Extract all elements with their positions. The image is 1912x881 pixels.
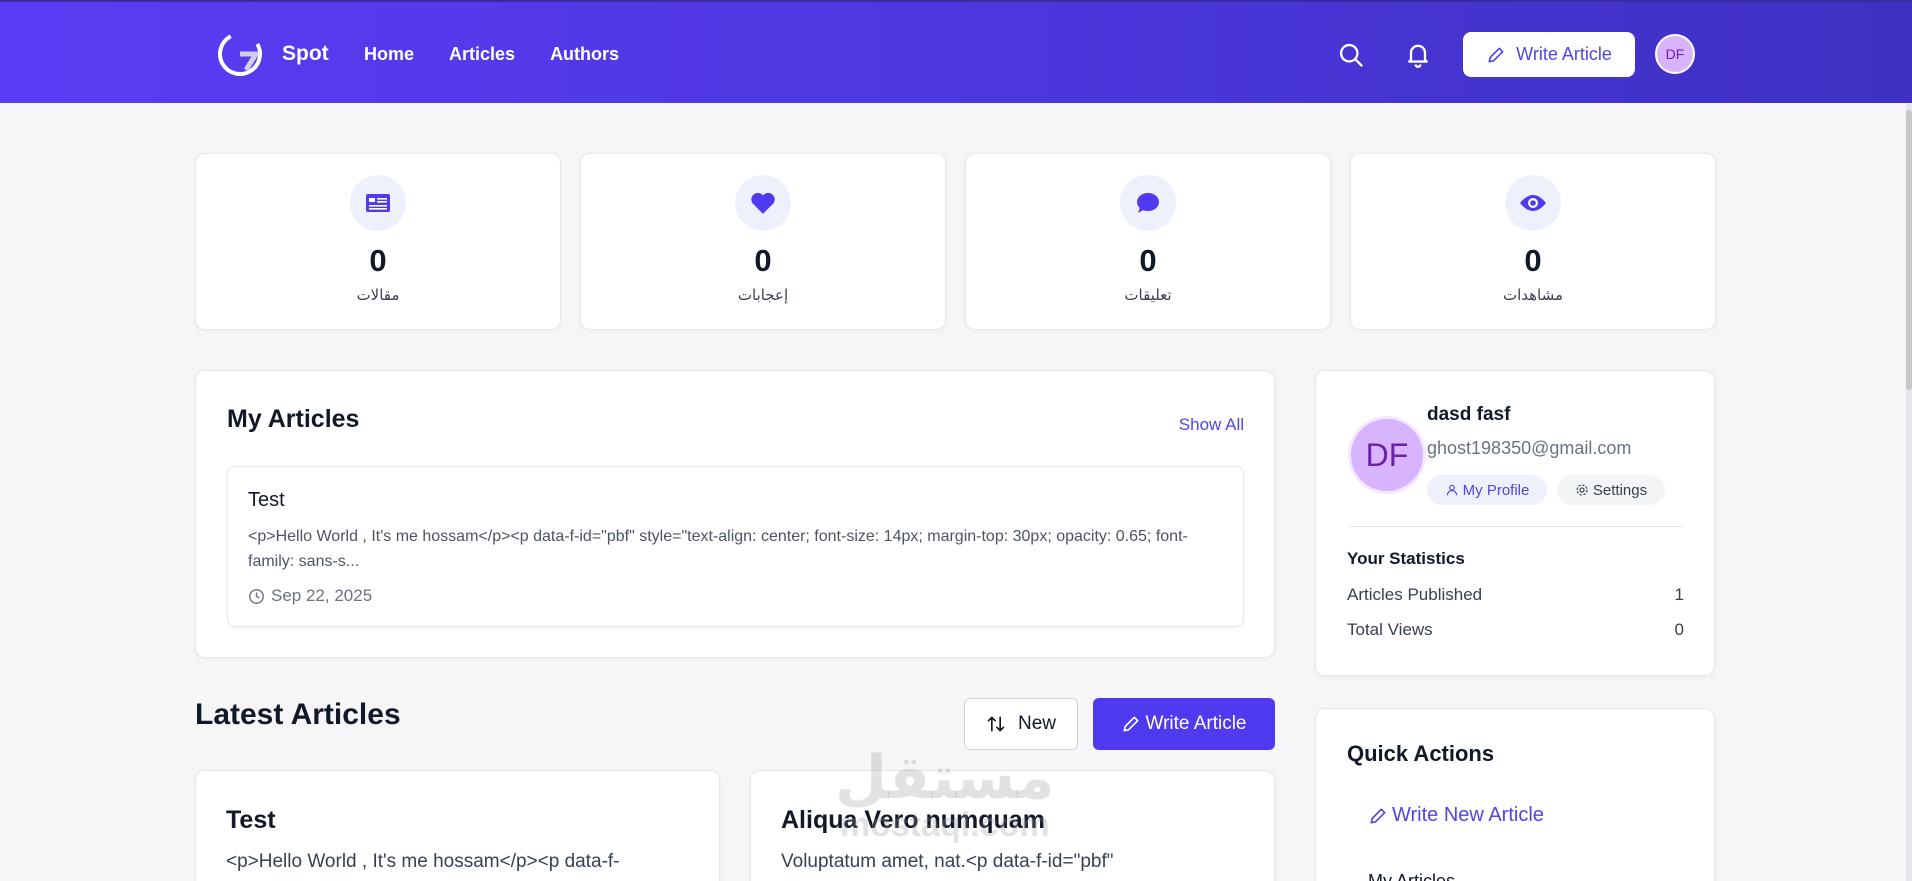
main-nav: Home Articles Authors: [364, 44, 619, 65]
stat-row: Articles Published 1: [1347, 585, 1684, 605]
article-item[interactable]: Test <p>Hello World , It's me hossam</p>…: [227, 466, 1244, 627]
page-scrollbar-thumb[interactable]: [1906, 110, 1912, 390]
show-all-link[interactable]: Show All: [1179, 415, 1244, 435]
stat-row: Total Views 0: [1347, 620, 1684, 640]
stat-label: تعليقات: [1124, 287, 1172, 304]
header-write-article-label: Write Article: [1516, 44, 1612, 64]
your-statistics-title: Your Statistics: [1347, 549, 1465, 568]
pencil-icon: [1488, 47, 1504, 63]
article-excerpt: <p>Hello World , It's me hossam</p><p da…: [248, 528, 1188, 570]
my-profile-label: My Profile: [1462, 481, 1530, 499]
quick-actions-title: Quick Actions: [1347, 741, 1495, 766]
header-write-article-button[interactable]: Write Article: [1463, 32, 1635, 77]
latest-article-title[interactable]: Test: [226, 806, 276, 835]
brand-name[interactable]: Spot: [282, 42, 329, 66]
stat-value: 0: [369, 243, 387, 278]
my-profile-button[interactable]: My Profile: [1427, 475, 1547, 505]
stat-card-likes: 0 إعجابات: [580, 153, 946, 330]
stat-row-label: Articles Published: [1347, 585, 1483, 604]
logo-icon[interactable]: [216, 30, 264, 78]
latest-article-excerpt: <p>Hello World , It's me hossam</p><p da…: [226, 851, 620, 872]
stat-card-comments: 0 تعليقات: [965, 153, 1331, 330]
stat-label: مشاهدات: [1502, 287, 1564, 304]
profile-card: DF dasd fasf ghost198350@gmail.com My Pr…: [1315, 370, 1715, 676]
write-article-label: Write Article: [1145, 713, 1247, 734]
divider: [1348, 526, 1684, 527]
my-articles-link[interactable]: My Articles: [1368, 871, 1455, 881]
nav-authors[interactable]: Authors: [550, 44, 619, 65]
profile-email: ghost198350@gmail.com: [1427, 438, 1632, 458]
comment-icon: [1137, 193, 1159, 213]
stat-label: مقالات: [356, 287, 400, 304]
my-articles-title: My Articles: [227, 405, 360, 433]
settings-button[interactable]: Settings: [1557, 475, 1665, 505]
latest-article-excerpt: Voluptatum amet, nat.<p data-f-id="pbf": [781, 851, 1114, 872]
stat-value: 0: [754, 243, 772, 278]
latest-article-card[interactable]: Aliqua Vero numquam Voluptatum amet, nat…: [750, 770, 1275, 881]
stat-label: إعجابات: [737, 287, 789, 304]
stat-value: 0: [1139, 243, 1157, 278]
sort-new-label: New: [1017, 713, 1056, 734]
heart-icon: [751, 192, 775, 214]
top-navbar: Spot Home Articles Authors Write Article…: [0, 0, 1912, 103]
latest-articles-title: Latest Articles: [195, 698, 401, 731]
latest-article-card[interactable]: Test <p>Hello World , It's me hossam</p>…: [195, 770, 720, 881]
quick-actions-card: Quick Actions Write New Article My Artic…: [1315, 708, 1715, 881]
search-icon[interactable]: [1337, 41, 1365, 69]
eye-icon: [1520, 195, 1546, 211]
write-new-article-link[interactable]: Write New Article: [1368, 804, 1544, 827]
sort-arrows-icon: [987, 716, 1005, 732]
bell-icon[interactable]: [1404, 40, 1432, 68]
article-date: Sep 22, 2025: [271, 586, 373, 605]
write-new-article-label: Write New Article: [1392, 804, 1544, 826]
pencil-icon: [1370, 808, 1386, 823]
profile-avatar: DF: [1348, 416, 1426, 494]
profile-name: dasd fasf: [1427, 404, 1511, 425]
stat-value: 0: [1524, 243, 1542, 278]
latest-article-title[interactable]: Aliqua Vero numquam: [781, 806, 1045, 835]
gear-icon: [1576, 484, 1588, 496]
stat-card-articles: 0 مقالات: [195, 153, 561, 330]
newspaper-icon: [366, 194, 390, 212]
user-avatar[interactable]: DF: [1655, 34, 1695, 74]
sort-new-button[interactable]: New: [964, 698, 1078, 750]
stat-row-label: Total Views: [1347, 620, 1433, 639]
stat-card-views: 0 مشاهدات: [1350, 153, 1716, 330]
clock-icon: [249, 588, 264, 604]
stat-row-value: 1: [1674, 585, 1684, 604]
user-icon: [1446, 484, 1457, 496]
pencil-icon: [1123, 716, 1139, 732]
stat-row-value: 0: [1674, 620, 1684, 639]
settings-label: Settings: [1592, 481, 1648, 499]
my-articles-card: My Articles Show All Test <p>Hello World…: [195, 370, 1275, 658]
write-article-button[interactable]: Write Article: [1093, 698, 1275, 750]
article-title[interactable]: Test: [248, 489, 285, 512]
nav-home[interactable]: Home: [364, 44, 414, 65]
nav-articles[interactable]: Articles: [449, 44, 515, 65]
